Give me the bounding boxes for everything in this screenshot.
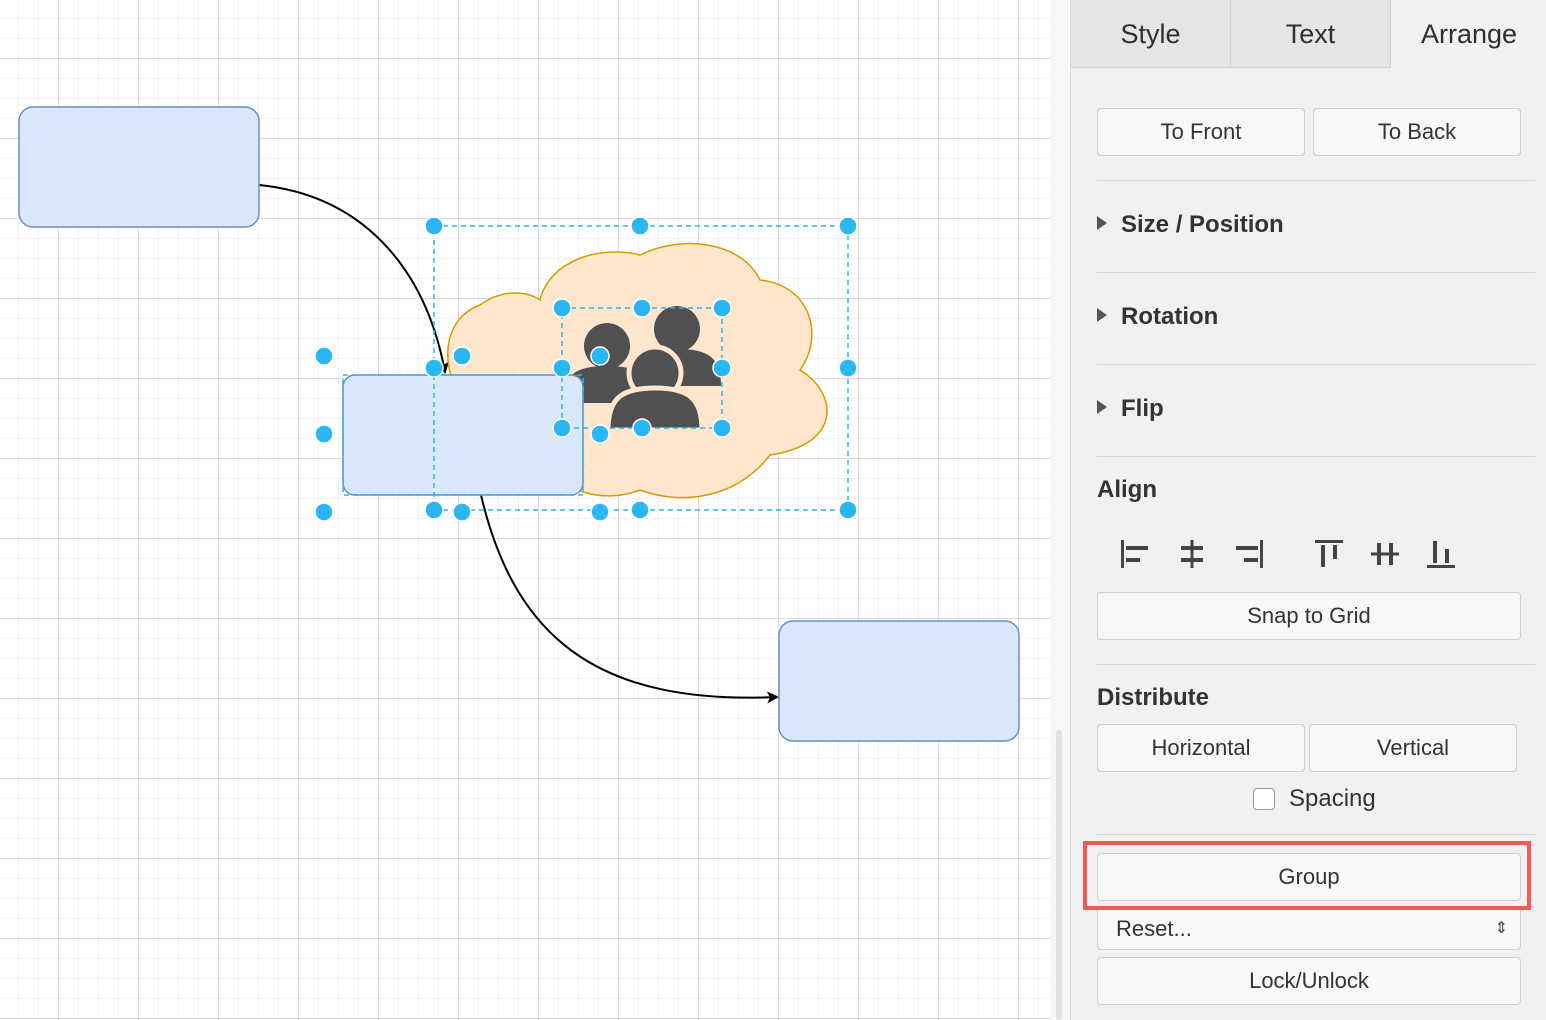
align-left-icon[interactable] [1117,536,1153,572]
rounded-rect-selected[interactable] [342,374,584,496]
reset-select-value: Reset... [1116,916,1192,941]
lock-unlock-button[interactable]: Lock/Unlock [1097,957,1521,1005]
rotation-toggle[interactable]: Rotation [1097,303,1218,331]
divider [1097,664,1535,665]
to-back-button[interactable]: To Back [1313,108,1521,156]
connector-bottom[interactable] [480,494,779,704]
to-front-button[interactable]: To Front [1097,108,1305,156]
divider [1097,180,1535,181]
panel-tabs: Style Text Arrange [1071,0,1546,68]
group-button-highlight [1083,841,1531,910]
align-heading: Align [1097,476,1157,503]
divider [1097,272,1535,273]
distribute-horizontal-button[interactable]: Horizontal [1097,724,1305,772]
size-position-label: Size / Position [1121,211,1284,238]
expand-triangle-icon [1097,216,1107,230]
divider [1097,456,1535,457]
rotation-label: Rotation [1121,303,1219,330]
reset-select[interactable]: Reset... ⇕ [1097,908,1521,950]
flip-label: Flip [1121,395,1164,422]
snap-to-grid-button[interactable]: Snap to Grid [1097,592,1521,640]
distribute-vertical-button[interactable]: Vertical [1309,724,1517,772]
connector-top[interactable] [258,184,450,374]
divider [1097,834,1535,835]
rounded-rect-top-left[interactable] [18,106,260,228]
tab-arrange[interactable]: Arrange [1391,0,1546,68]
spacing-label: Spacing [1289,785,1376,812]
size-position-toggle[interactable]: Size / Position [1097,211,1284,239]
vertical-scrollbar-thumb[interactable] [1056,730,1062,1020]
expand-triangle-icon [1097,308,1107,322]
align-top-icon[interactable] [1311,536,1347,572]
diagram-svg [18,106,1020,742]
align-center-icon[interactable] [1174,536,1210,572]
diagram-canvas[interactable] [0,0,1050,1020]
rounded-rect-bottom-right[interactable] [778,620,1020,742]
chevron-updown-icon: ⇕ [1494,920,1508,937]
spacing-checkbox[interactable] [1253,788,1275,810]
align-middle-icon[interactable] [1367,536,1403,572]
flip-toggle[interactable]: Flip [1097,395,1164,423]
tab-text[interactable]: Text [1231,0,1391,68]
align-bottom-icon[interactable] [1423,536,1459,572]
expand-triangle-icon [1097,400,1107,414]
align-right-icon[interactable] [1231,536,1267,572]
tab-style[interactable]: Style [1071,0,1231,68]
divider [1097,364,1535,365]
distribute-heading: Distribute [1097,684,1210,711]
